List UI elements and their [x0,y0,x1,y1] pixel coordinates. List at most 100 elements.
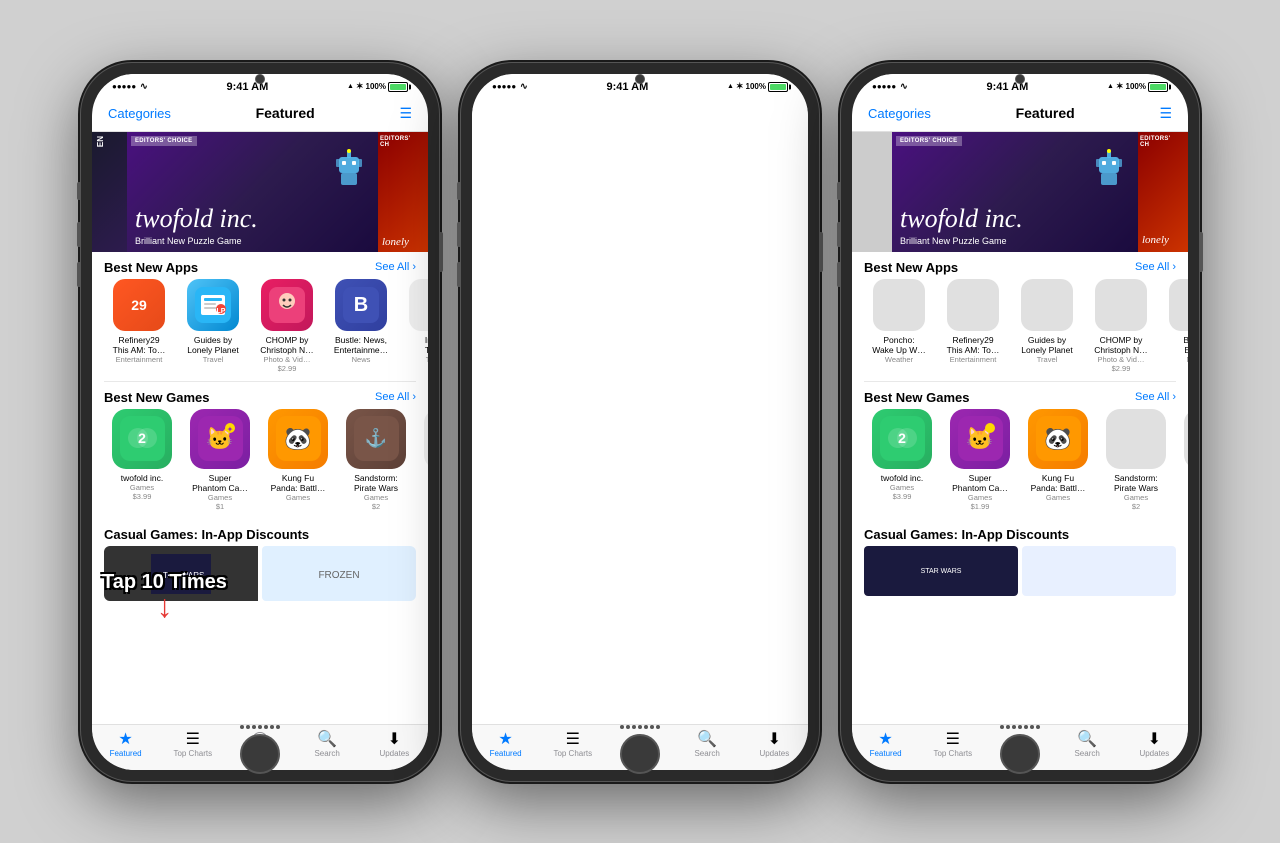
best-new-apps-title: Best New Apps [104,260,198,275]
game-twofold-price: $3.99 [133,492,152,501]
game-kungfu[interactable]: 🐼 Kung FuPanda: Battl… Games [260,409,336,511]
app-guides-right[interactable]: Guides byLonely Planet Travel [1012,279,1082,373]
home-button-mid[interactable] [620,734,660,774]
app-inq-name: Inq…Tar… [400,335,428,355]
apps-see-all-right[interactable]: See All › [1135,261,1176,273]
app-chomp-price: $2.99 [278,364,297,373]
game-twofold-right[interactable]: 2 twofold inc. Games $3.99 [864,409,940,511]
game-phantom-name-right: SuperPhantom Ca… [952,473,1008,493]
list-icon-right[interactable]: ☰ [1159,105,1172,122]
game-kungfu-icon: 🐼 [268,409,328,469]
tab-updates-icon-mid: ⬇ [768,732,781,748]
tab-featured[interactable]: ★ Featured [101,732,151,758]
game-sandstorm-name: Sandstorm:Pirate Wars [354,473,398,493]
app-bustle[interactable]: B Bustle: News,Entertainme… News [326,279,396,373]
wifi-icon-right: ∿ [900,81,908,92]
tab-updates-label-mid: Updates [759,749,789,758]
casual-banner-2-right [1022,546,1176,596]
game-twofold[interactable]: 2 twofold inc. Games $3.99 [104,409,180,511]
hero-banner[interactable]: EN EDITORS' CHOICE [92,132,428,252]
bluetooth-icon: ✶ [356,81,364,92]
game-kungfu-right[interactable]: 🐼 Kung FuPanda: Battl… Games [1020,409,1096,511]
app-bustle-right[interactable]: Bus…Ent… Ne… [1160,279,1188,373]
app-refinery[interactable]: 29 Refinery29This AM: To… Entertainment [104,279,174,373]
game-circ[interactable]: Circ… Games [416,409,428,511]
hero-title: twofold inc. [127,202,378,234]
tab-top-charts-mid[interactable]: ☰ Top Charts [548,732,598,758]
tab-search-mid[interactable]: 🔍 Search [682,732,732,758]
game-twofold-icon-right: 2 [872,409,932,469]
home-button[interactable] [240,734,280,774]
game-circ-right[interactable]: Circ… Games [1176,409,1188,511]
svg-text:⚓: ⚓ [364,427,386,448]
app-inq[interactable]: Inq…Tar… Tra… [400,279,428,373]
app-chomp[interactable]: CHOMP byChristoph N… Photo & Vid… $2.99 [252,279,322,373]
location-right: ▲ [1107,83,1114,90]
tab-featured-label: Featured [110,749,142,758]
tab-top-charts[interactable]: ☰ Top Charts [168,732,218,758]
tab-search[interactable]: 🔍 Search [302,732,352,758]
tab-featured-right[interactable]: ★ Featured [861,732,911,758]
game-circ-icon-right [1184,409,1188,469]
best-new-apps-see-all[interactable]: See All › [375,261,416,273]
casual-banners-right: STAR WARS [864,546,1176,596]
casual-section: Casual Games: In-App Discounts STAR WARS [92,519,428,601]
tab-updates-mid[interactable]: ⬇ Updates [749,732,799,758]
hero-main: EDITORS' CHOICE [127,132,378,252]
best-new-games-see-all[interactable]: See All › [375,391,416,403]
tab-updates[interactable]: ⬇ Updates [369,732,419,758]
tab-top-charts-icon-right: ☰ [946,732,960,748]
location-icon: ▲ [347,83,354,90]
game-phantom-right[interactable]: 🐱 SuperPhantom Ca… Games $1.99 [942,409,1018,511]
tab-top-charts-label-mid: Top Charts [553,749,592,758]
tab-updates-right[interactable]: ⬇ Updates [1129,732,1179,758]
svg-text:🐼: 🐼 [284,426,312,451]
game-phantom-icon-right: 🐱 [950,409,1010,469]
game-phantom[interactable]: 🐱 ✦ SuperPhantom Ca… Games $1 [182,409,258,511]
right-status: ▲ ✶ 100% [347,81,408,92]
app-chomp-right[interactable]: CHOMP byChristoph N… Photo & Vid… $2.99 [1086,279,1156,373]
hero-right-title: lonely [382,236,409,248]
game-sandstorm-right[interactable]: Sandstorm:Pirate Wars Games $2 [1098,409,1174,511]
app-bustle-cat: News [352,355,371,364]
app-refinery-right[interactable]: Refinery29This AM: To… Entertainment [938,279,1008,373]
tab-top-charts-right[interactable]: ☰ Top Charts [928,732,978,758]
svg-text:2: 2 [898,430,906,446]
game-kungfu-cat-right: Games [1046,493,1070,502]
bluetooth-right: ✶ [1116,81,1124,92]
app-guides[interactable]: LP Guides byLonely Planet Travel [178,279,248,373]
camera-right [1015,74,1025,84]
hero-banner-right[interactable]: EDITORS' CHOICE [852,132,1188,252]
mute-button-right [837,182,840,200]
game-sandstorm[interactable]: ⚓ Sandstorm:Pirate Wars Games $2 [338,409,414,511]
phone-middle: ●●●●● ∿ 9:41 AM ▲ ✶ 100% ★ [460,62,820,782]
hero-right-content: lonely [382,236,424,248]
app-inq-icon [409,279,428,331]
game-circ-icon [424,409,428,469]
casual-banner-2: FROZEN [262,546,416,601]
mute-button-mid [457,182,460,200]
app-poncho[interactable]: Poncho:Wake Up W… Weather [864,279,934,373]
tab-featured-mid[interactable]: ★ Featured [481,732,531,758]
svg-text:2: 2 [138,430,146,446]
tab-featured-icon-mid: ★ [498,732,512,748]
app-bustle-name-right: Bus…Ent… [1160,335,1188,355]
signal-bars: ●●●●● [112,82,136,91]
right-status-right: ▲ ✶ 100% [1107,81,1168,92]
app-refinery-cat-right: Entertainment [950,355,997,364]
game-kungfu-cat: Games [286,493,310,502]
list-icon[interactable]: ☰ [399,105,412,122]
best-new-apps-header: Best New Apps See All › [92,252,428,279]
games-see-all-right[interactable]: See All › [1135,391,1176,403]
vol-down-button [77,262,80,287]
app-guides-icon: LP [187,279,239,331]
battery-right [1148,82,1168,92]
tab-featured-icon: ★ [118,732,132,748]
game-sandstorm-cat-right: Games [1124,493,1148,502]
tab-featured-label-mid: Featured [490,749,522,758]
tab-search-right[interactable]: 🔍 Search [1062,732,1112,758]
power-button [440,232,443,272]
categories-button-right[interactable]: Categories [868,106,931,121]
home-button-right[interactable] [1000,734,1040,774]
categories-button[interactable]: Categories [108,106,171,121]
